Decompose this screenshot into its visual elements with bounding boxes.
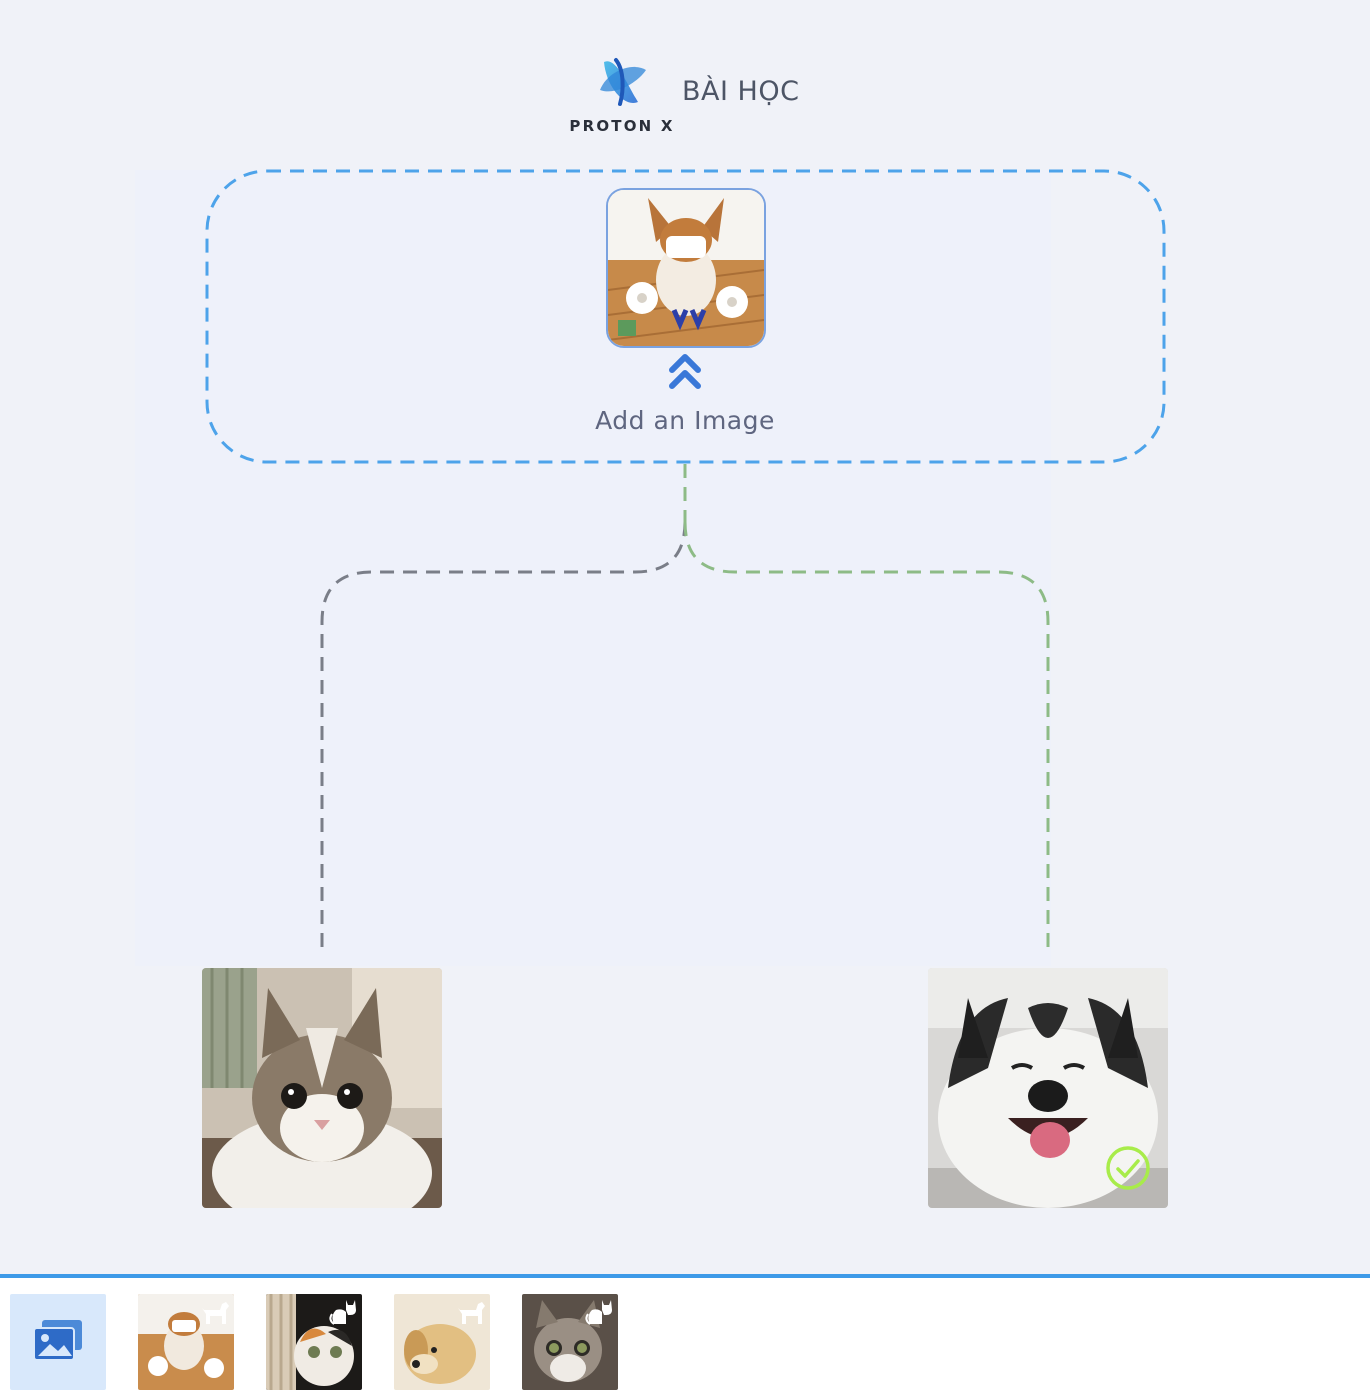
image-tray xyxy=(0,1274,1370,1398)
open-gallery-button[interactable] xyxy=(10,1294,106,1390)
image-gallery-icon xyxy=(33,1320,82,1361)
tray-thumbnail[interactable] xyxy=(138,1294,234,1390)
leaf-image-cat[interactable] xyxy=(202,968,442,1208)
add-image-label[interactable]: Add an Image xyxy=(545,406,825,435)
double-chevron-up-icon xyxy=(669,354,701,389)
cat-icon xyxy=(585,1300,612,1325)
tray-thumbnail[interactable] xyxy=(266,1294,362,1390)
tray-thumbnail[interactable] xyxy=(522,1294,618,1390)
tree-connectors xyxy=(320,464,1050,955)
dog-icon xyxy=(202,1302,229,1324)
connector-right-branch xyxy=(683,521,1050,955)
dog-icon xyxy=(458,1302,485,1324)
check-circle-icon xyxy=(1106,1146,1150,1190)
root-image[interactable] xyxy=(606,188,766,348)
tray-thumbnail[interactable] xyxy=(394,1294,490,1390)
connector-left-branch xyxy=(320,521,687,955)
cat-icon xyxy=(329,1300,356,1325)
